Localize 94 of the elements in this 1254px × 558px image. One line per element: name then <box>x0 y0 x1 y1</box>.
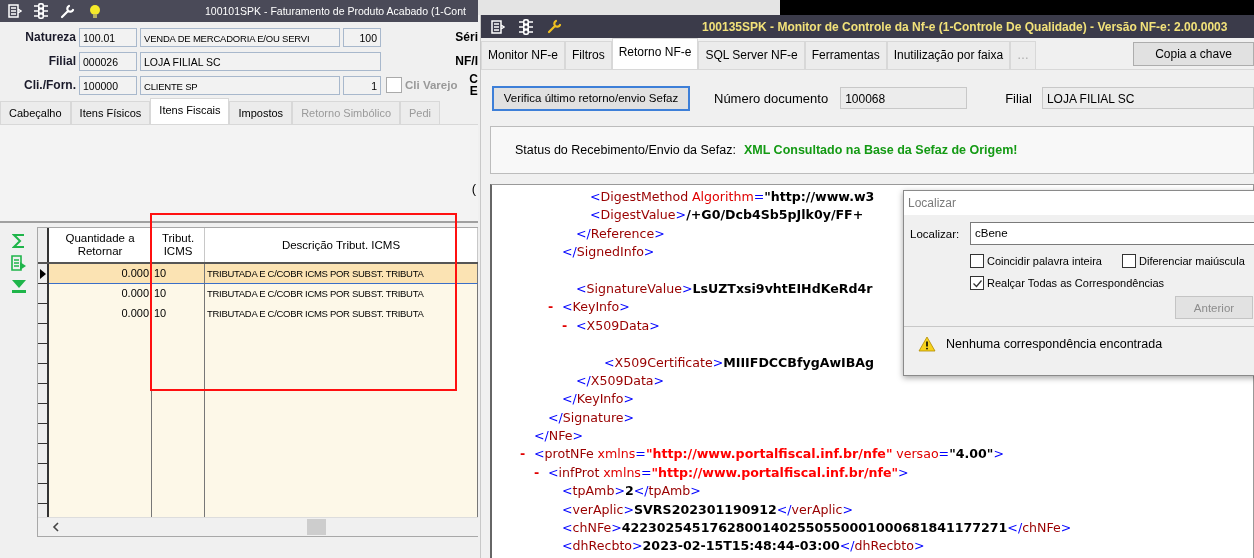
traffic-light-icon[interactable] <box>519 18 533 35</box>
checkbox-label: Realçar Todas as Correspondências <box>987 277 1165 289</box>
checkbox[interactable] <box>386 77 402 93</box>
collapse-toggle[interactable]: - <box>520 446 526 462</box>
column-header[interactable]: Tribut. ICMS <box>152 228 205 262</box>
xml-line: </X509Data> <box>576 371 665 390</box>
tab[interactable]: SQL Server NF-e <box>698 41 805 69</box>
row-header[interactable] <box>38 304 49 324</box>
number-field[interactable]: 1 <box>343 75 381 95</box>
check-return-button[interactable]: Verifica último retorno/envio Sefaz <box>492 85 690 111</box>
checkbox-label: Diferenciar maiúscula <box>1139 255 1245 267</box>
table-cell: TRIBUTADA E C/COBR ICMS POR SUBST. TRIBUTA <box>205 284 478 304</box>
scroll-left-icon[interactable] <box>52 522 60 532</box>
code-field[interactable]: 000026 <box>79 51 137 71</box>
collapse-toggle[interactable]: - <box>562 317 568 333</box>
field-label: Número documento <box>714 90 829 106</box>
xml-line: <X509Data> <box>576 316 660 335</box>
tab[interactable]: Cabeçalho <box>0 101 71 124</box>
field-label: Localizar: <box>910 227 961 240</box>
name-field[interactable]: CLIENTE SP <box>140 75 340 95</box>
field-label: NF/I <box>455 54 478 68</box>
xml-line: </SignedInfo> <box>562 243 655 262</box>
tab[interactable]: Itens Fiscais <box>150 98 230 124</box>
field-label: C E <box>469 73 478 97</box>
copy-key-button[interactable]: Copia a chave <box>1133 41 1254 66</box>
code-field[interactable]: 100000 <box>79 75 137 95</box>
xml-line: <infProt xmlns="http://www.portalfiscal.inf.br/nfe"> <box>548 463 909 482</box>
checkbox[interactable] <box>1122 254 1136 268</box>
search-field[interactable]: cBene <box>970 222 1254 245</box>
xml-line: </Signature> <box>548 408 635 427</box>
collapse-toggle[interactable]: - <box>534 464 540 480</box>
tab[interactable]: Inutilização por faixa <box>886 41 1011 69</box>
tab[interactable]: Itens Físicos <box>70 101 151 124</box>
xml-line: <protNFe xmlns="http://www.portalfiscal.inf.br/nfe" versao="4.00"> <box>534 445 1004 464</box>
field-label: Filial <box>47 54 76 68</box>
tab[interactable]: Filtros <box>565 41 612 69</box>
wrench-icon[interactable] <box>547 19 562 34</box>
field-label: Natureza <box>24 30 76 44</box>
checkbox-label: Cli Varejo <box>405 79 458 91</box>
xml-line: <tpAmb>2</tpAmb> <box>562 482 701 501</box>
xml-line: <SignatureValue>LsUZTxsi9vhtEIHdKeRd4r <box>576 279 873 298</box>
tab[interactable]: Impostos <box>229 101 293 124</box>
horizontal-scrollbar[interactable] <box>38 517 478 536</box>
column-header[interactable]: Descrição Tribut. ICMS <box>205 228 478 262</box>
row-header <box>38 228 49 262</box>
window-title: 100101SPK - Faturamento de Produto Acabado (1-Cont <box>205 5 466 17</box>
light-bulb-icon[interactable] <box>87 3 103 19</box>
window-title: 100135SPK - Monitor de Controle da Nf-e (1-Controle De Qualidade) - Versão NF-e: 2.00.0003 <box>702 19 1228 34</box>
status-message: Nenhuma correspondência encontrada <box>946 337 1163 351</box>
table-cell: 0.000 <box>49 284 152 304</box>
warning-icon <box>918 336 936 352</box>
checkbox-label: Coincidir palavra inteira <box>987 255 1102 267</box>
xml-line: <dhRecbto>2023-02-15T15:48:44-03:00</dhRecbto> <box>562 537 925 556</box>
column-header[interactable]: Quantidade a Retornar <box>49 228 152 262</box>
field-label: Cli./Forn. <box>23 78 76 92</box>
row-header[interactable] <box>38 284 49 304</box>
branch-field[interactable]: LOJA FILIAL SC <box>1041 87 1254 109</box>
document-number-field[interactable]: 100068 <box>840 87 968 109</box>
xml-line: <DigestValue>/+G0/Dcb4Sb5pJlk0y/FF+ <box>590 206 864 225</box>
table-cell: TRIBUTADA E C/COBR ICMS POR SUBST. TRIBUTA <box>205 264 478 284</box>
panel-text: ( <box>471 181 476 196</box>
traffic-light-icon[interactable] <box>34 3 48 19</box>
status-message: XML Consultado na Base da Sefaz de Origem! <box>743 143 1018 157</box>
list-icon[interactable] <box>8 4 22 18</box>
table-cell: 0.000 <box>49 264 152 284</box>
table-cell: 10 <box>152 304 205 324</box>
tab[interactable]: Ferramentas <box>804 41 887 69</box>
field-label: Filial <box>1005 90 1032 106</box>
table-cell: 10 <box>152 264 205 284</box>
xml-line: <DigestMethod Algorithm="http://www.w3 <box>590 188 875 206</box>
tab[interactable]: Monitor NF-e <box>481 41 565 69</box>
xml-line: <chNFe>42230254517628001402550550001000681841177271</chNFe> <box>562 519 1072 538</box>
code-field[interactable]: 100.01 <box>79 27 137 47</box>
field-label: Séri <box>455 30 478 44</box>
xml-line: <KeyInfo> <box>562 298 630 317</box>
xml-line: </Reference> <box>576 224 665 243</box>
table-cell: 10 <box>152 284 205 304</box>
number-field[interactable]: 100 <box>343 27 381 47</box>
name-field[interactable]: VENDA DE MERCADORIA E/OU SERVI <box>140 27 340 47</box>
xml-line: </KeyInfo> <box>562 390 635 409</box>
xml-line: <X509Certificate>MIIIFDCCBfygAwIBAg <box>604 353 875 372</box>
tab[interactable]: Retorno NF-e <box>611 38 699 69</box>
list-icon[interactable] <box>491 19 505 34</box>
xml-line: <verAplic>SVRS202301190912</verAplic> <box>562 500 854 519</box>
xml-line: </NFe> <box>534 427 584 446</box>
status-label: Status do Recebimento/Envio da Sefaz: <box>515 143 736 157</box>
table-cell: TRIBUTADA E C/COBR ICMS POR SUBST. TRIBUTA <box>205 304 478 324</box>
name-field[interactable]: LOJA FILIAL SC <box>140 51 381 71</box>
checkbox[interactable] <box>970 254 984 268</box>
table-cell: 0.000 <box>49 304 152 324</box>
collapse-toggle[interactable]: - <box>548 299 554 315</box>
dialog-title: Localizar <box>908 196 957 210</box>
checkbox[interactable] <box>970 276 984 290</box>
scroll-thumb[interactable] <box>307 519 326 535</box>
